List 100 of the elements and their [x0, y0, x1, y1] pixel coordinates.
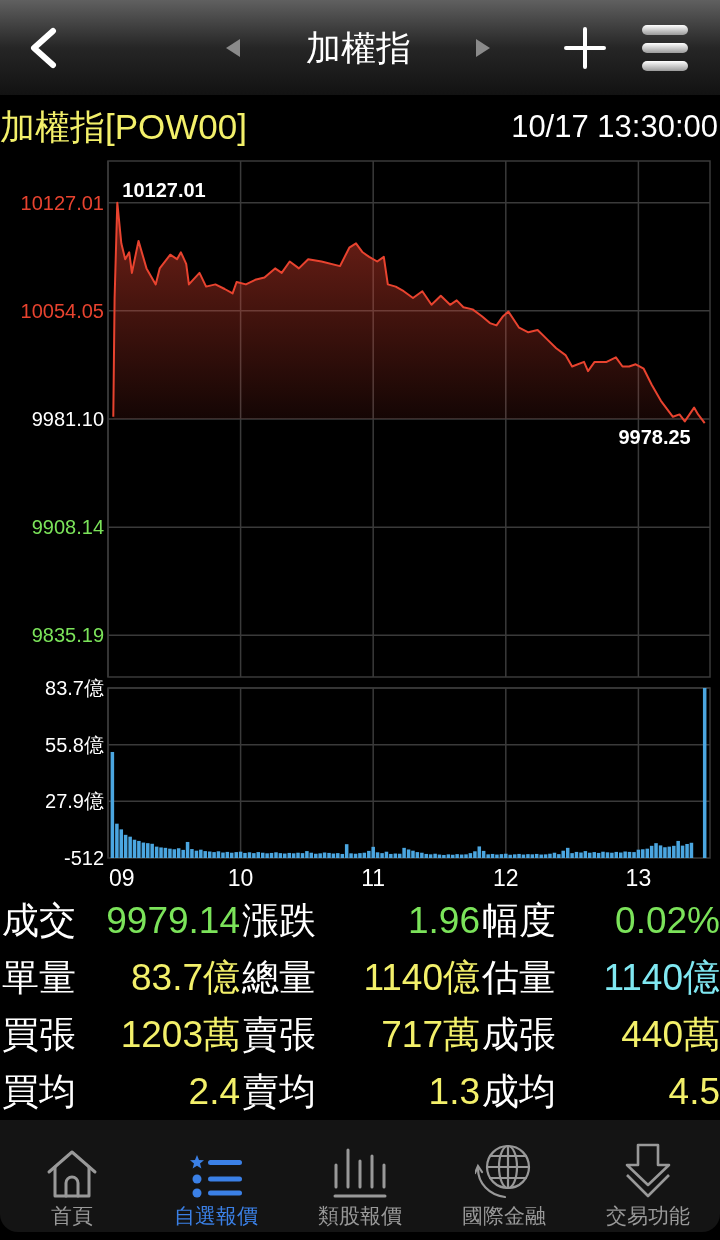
starred-list-icon	[190, 1155, 242, 1199]
stat-value: 440萬	[621, 1016, 720, 1053]
tab-item[interactable]: 首頁	[0, 1120, 144, 1232]
triangle-right-icon	[476, 38, 490, 57]
bar	[327, 852, 331, 858]
price-label: 10127.01	[122, 178, 206, 201]
axis-label: 27.9億	[45, 790, 104, 813]
down-arrow-icon	[624, 1143, 672, 1199]
stat-label: 估量	[481, 959, 556, 996]
axis-label: 13	[625, 865, 652, 891]
stat-label: 總量	[241, 959, 316, 996]
bar	[305, 851, 309, 858]
bar	[234, 852, 238, 858]
bar	[420, 852, 424, 858]
stat-value: 0.02%	[615, 902, 720, 939]
back-icon	[28, 26, 58, 69]
bar	[517, 853, 521, 858]
bar	[623, 851, 627, 858]
bar	[168, 848, 172, 858]
bar	[579, 852, 583, 858]
bar	[212, 852, 216, 858]
bar	[296, 852, 300, 858]
bar	[221, 852, 225, 858]
axis-label: 9908.14	[31, 516, 104, 539]
index-name: 加權指[POW00]	[0, 109, 247, 144]
bar	[539, 854, 543, 858]
axis-label: 9981.10	[31, 408, 104, 430]
tab-item[interactable]: 國際金融	[432, 1120, 576, 1232]
bar	[614, 851, 619, 858]
bar	[464, 854, 468, 858]
bar	[137, 840, 141, 858]
quote-time: 10/17 13:30:00	[511, 111, 719, 142]
bar	[150, 843, 154, 858]
bar	[159, 847, 163, 858]
bar	[428, 854, 433, 858]
bar	[592, 852, 596, 858]
axis-label: 11	[361, 865, 386, 891]
bar	[512, 854, 517, 858]
bar	[641, 849, 645, 858]
stat-label: 漲跌	[241, 902, 316, 939]
axis-label: 83.7億	[45, 678, 104, 699]
bar	[530, 854, 535, 858]
bar	[371, 846, 375, 858]
bar	[411, 850, 415, 858]
bar	[601, 851, 605, 858]
stat-value: 1203萬	[120, 1016, 240, 1053]
bar	[508, 854, 512, 858]
axis-label: 10	[227, 865, 254, 891]
stat-label: 賣均	[241, 1073, 316, 1110]
bar	[367, 850, 371, 858]
bar	[663, 847, 667, 858]
axis-label: 9835.19	[31, 624, 104, 647]
bar-chart-icon	[332, 1147, 388, 1199]
stat-value: 717萬	[381, 1016, 480, 1053]
house-icon	[46, 1149, 98, 1199]
bar	[557, 854, 561, 858]
bar	[446, 854, 451, 858]
stat-label: 成均	[481, 1073, 556, 1110]
bar	[605, 852, 610, 858]
bar	[424, 853, 428, 858]
stat-value: 2.4	[188, 1073, 240, 1110]
tab-item[interactable]: 交易功能	[576, 1120, 720, 1232]
stat-value: 83.7億	[131, 959, 240, 996]
bar	[676, 840, 680, 858]
stat-label: 幅度	[481, 902, 556, 939]
bar	[504, 853, 508, 858]
bar	[610, 852, 614, 858]
axis-label: 09	[109, 865, 135, 891]
globe-icon	[475, 1143, 533, 1199]
bar	[486, 854, 490, 858]
stat-label: 成交	[1, 902, 76, 939]
bar	[433, 853, 437, 858]
bar	[632, 852, 636, 858]
axis-label: 55.8億	[45, 733, 104, 756]
bar	[442, 854, 446, 858]
bar	[358, 853, 362, 858]
stat-value: 1140億	[603, 959, 720, 996]
bar	[243, 852, 247, 858]
bar	[455, 854, 459, 858]
stat-value: 1140億	[363, 959, 480, 996]
bar	[672, 845, 676, 858]
tab-item[interactable]: 自選報價	[144, 1120, 288, 1232]
tab-item[interactable]: 類股報價	[288, 1120, 432, 1232]
plus-icon	[564, 26, 606, 69]
bar	[318, 853, 322, 858]
axis-label: 10054.05	[20, 299, 104, 322]
axis-label: 10127.01	[20, 191, 104, 214]
bar	[283, 853, 287, 858]
menu-icon	[642, 24, 688, 71]
stat-value: 1.3	[428, 1073, 480, 1110]
bar	[199, 849, 203, 858]
bar	[203, 851, 207, 858]
stat-value: 9979.14	[106, 902, 240, 939]
bar	[380, 853, 384, 858]
stat-label: 買張	[1, 1016, 76, 1053]
triangle-left-icon	[226, 38, 240, 57]
bar	[543, 854, 548, 858]
axis-label: -512	[63, 847, 104, 869]
stat-value: 4.5	[668, 1073, 720, 1110]
price-label: 9978.25	[618, 426, 691, 449]
